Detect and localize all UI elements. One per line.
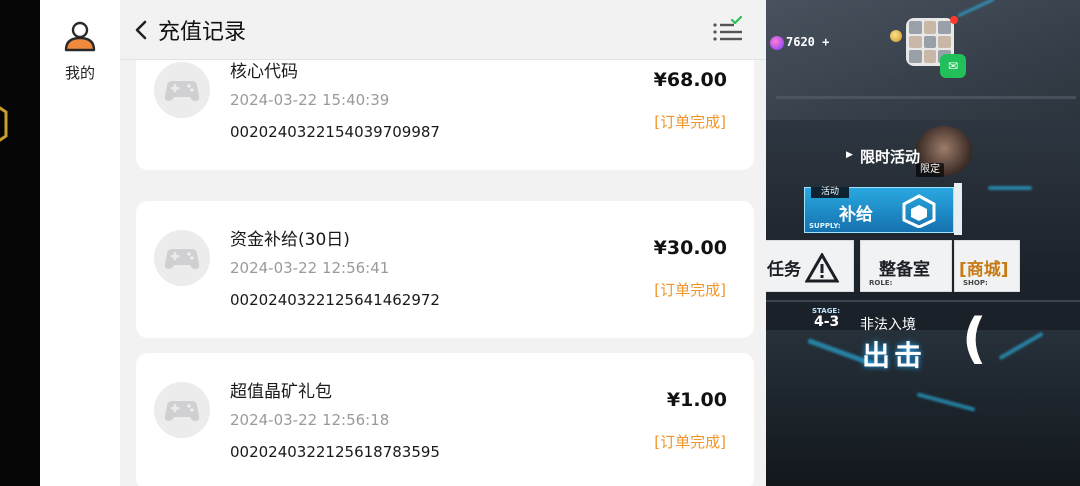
- gem-count[interactable]: 7620 +: [786, 35, 829, 49]
- record-name: 核心代码: [230, 62, 298, 82]
- shop-label: [商城]: [959, 260, 1009, 280]
- supply-button[interactable]: 活动 补给 SUPPLY:: [804, 187, 954, 233]
- record-amount: ¥68.00: [653, 69, 727, 91]
- role-sub: ROLE:: [869, 279, 893, 287]
- background-rail: [776, 96, 1076, 99]
- user-icon: [64, 21, 96, 52]
- side-nav: 我的: [40, 0, 120, 486]
- supply-label: 补给: [839, 205, 873, 225]
- warning-icon: [805, 253, 839, 283]
- filter-list-icon[interactable]: [710, 16, 744, 46]
- supply-sub: SUPPLY:: [809, 222, 841, 230]
- limited-event-label[interactable]: 限时活动: [860, 146, 920, 167]
- gamepad-icon: [154, 230, 210, 286]
- record-time: 2024-03-22 12:56:41: [230, 259, 390, 277]
- supply-tag: 活动: [811, 187, 850, 198]
- shop-button[interactable]: [商城] SHOP:: [954, 240, 1020, 292]
- record-amount: ¥30.00: [653, 237, 727, 259]
- record-card[interactable]: 超值晶矿礼包 2024-03-22 12:56:18 0020240322125…: [136, 353, 754, 486]
- task-button[interactable]: 任务: [766, 240, 854, 292]
- nav-mine-label: 我的: [64, 64, 95, 82]
- preparation-room-label: 整备室: [879, 260, 930, 280]
- record-order-number: 0020240322154039709987: [230, 123, 440, 141]
- wechat-icon[interactable]: ✉: [940, 54, 966, 78]
- record-name: 超值晶矿礼包: [230, 382, 332, 402]
- record-status: [订单完成]: [654, 113, 726, 131]
- coin-icon: [890, 30, 902, 42]
- notification-dot: [950, 16, 958, 24]
- gamepad-icon: [154, 382, 210, 438]
- background-rail: [766, 300, 1080, 302]
- record-status: [订单完成]: [654, 433, 726, 451]
- header-bar: 充值记录: [120, 0, 766, 60]
- gem-icon: [770, 36, 784, 50]
- record-order-number: 0020240322125618783595: [230, 443, 440, 461]
- left-game-edge: [0, 0, 40, 486]
- recharge-records-panel: 核心代码 2024-03-22 15:40:39 002024032215403…: [120, 0, 766, 486]
- page-title: 充值记录: [158, 20, 247, 45]
- play-arrow-icon: ▶: [846, 150, 853, 160]
- bracket-icon: (: [962, 307, 987, 370]
- record-time: 2024-03-22 12:56:18: [230, 411, 390, 429]
- record-name: 资金补给(30日): [230, 230, 350, 250]
- record-order-number: 0020240322125641462972: [230, 291, 440, 309]
- record-amount: ¥1.00: [666, 389, 727, 411]
- task-label: 任务: [767, 260, 801, 280]
- record-status: [订单完成]: [654, 281, 726, 299]
- back-arrow-icon[interactable]: [130, 16, 152, 44]
- stage-number: 4-3: [814, 314, 840, 330]
- neon-light: [988, 186, 1032, 190]
- supply-side-bar: [954, 183, 962, 235]
- supply-cube-icon: [902, 194, 936, 228]
- record-time: 2024-03-22 15:40:39: [230, 91, 390, 109]
- limited-tag: 限定: [916, 163, 944, 177]
- sortie-button[interactable]: 出击: [862, 334, 926, 374]
- stage-name: 非法入境: [860, 317, 916, 333]
- preparation-room-button[interactable]: 整备室 ROLE:: [860, 240, 952, 292]
- gamepad-icon: [154, 62, 210, 118]
- shop-sub: SHOP:: [963, 279, 988, 287]
- game-background: 7620 + ✉ ▶ 限时活动 限定 活动 补给 SUPPLY: 任务 整备室 …: [766, 0, 1080, 486]
- hexagon-icon: [0, 106, 8, 142]
- record-card[interactable]: 资金补给(30日) 2024-03-22 12:56:41 0020240322…: [136, 201, 754, 338]
- nav-mine[interactable]: 我的: [40, 14, 120, 83]
